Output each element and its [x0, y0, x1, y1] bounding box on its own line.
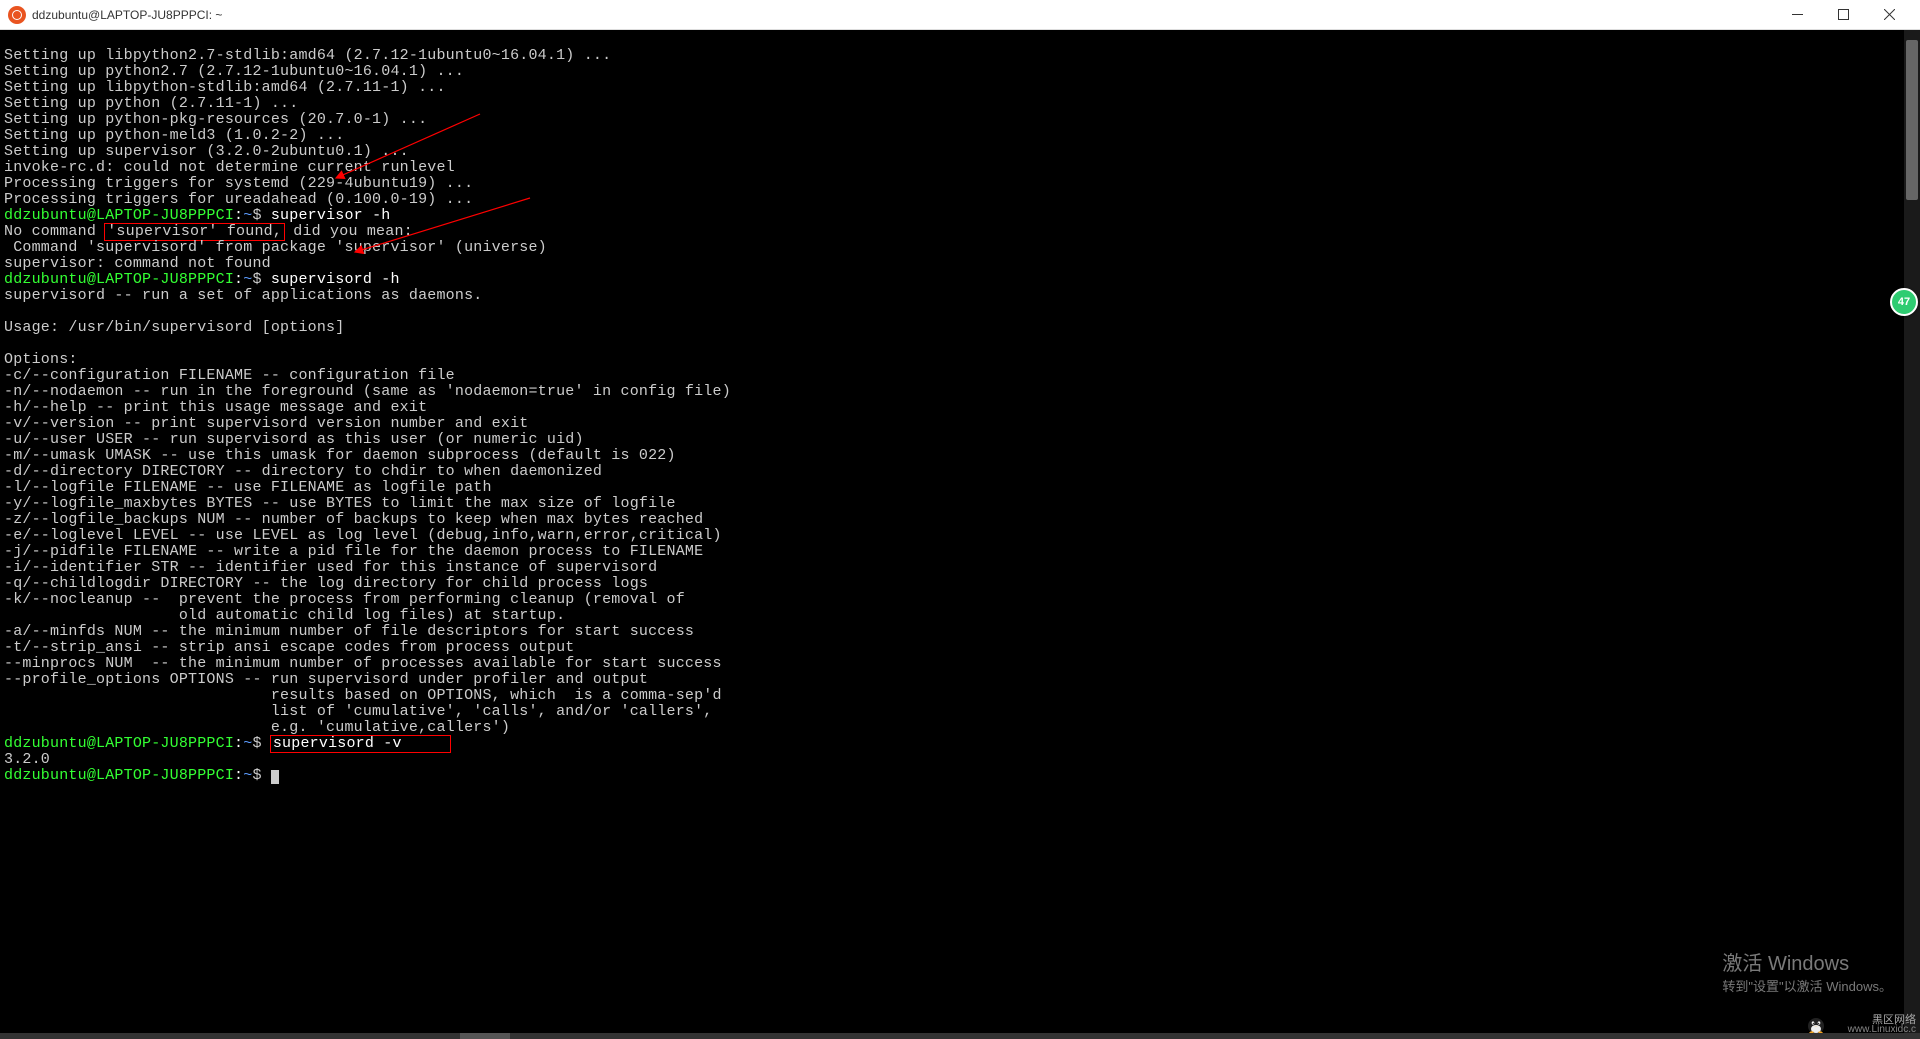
linux-penguin-icon — [1802, 1011, 1846, 1035]
window-titlebar: ddzubuntu@LAPTOP-JU8PPPCI: ~ — [0, 0, 1920, 30]
output-line: old automatic child log files) at startu… — [4, 607, 565, 624]
output-line: Setting up python2.7 (2.7.12-1ubuntu0~16… — [4, 63, 464, 80]
output-line: Setting up supervisor (3.2.0-2ubuntu0.1)… — [4, 143, 409, 160]
badge-count: 47 — [1898, 296, 1910, 308]
prompt-sep: : — [234, 207, 243, 224]
prompt-sep: : — [234, 735, 243, 752]
output-line: results based on OPTIONS, which is a com… — [4, 687, 722, 704]
output-line: -a/--minfds NUM -- the minimum number of… — [4, 623, 694, 640]
window-title: ddzubuntu@LAPTOP-JU8PPPCI: ~ — [32, 8, 1774, 22]
prompt-sigil: $ — [252, 767, 261, 784]
output-line: supervisord -- run a set of applications… — [4, 287, 482, 304]
output-line: Setting up libpython-stdlib:amd64 (2.7.1… — [4, 79, 446, 96]
output-line: -n/--nodaemon -- run in the foreground (… — [4, 383, 731, 400]
output-line: supervisor: command not found — [4, 255, 271, 272]
terminal-area[interactable]: Setting up libpython2.7-stdlib:amd64 (2.… — [0, 30, 1920, 1039]
output-line: --minprocs NUM -- the minimum number of … — [4, 655, 722, 672]
output-line: -y/--logfile_maxbytes BYTES -- use BYTES… — [4, 495, 676, 512]
output-line: -k/--nocleanup -- prevent the process fr… — [4, 591, 685, 608]
highlight-supervisor-notfound: 'supervisor' found, — [107, 223, 282, 240]
notification-badge[interactable]: 47 — [1890, 288, 1918, 316]
output-line: No command — [4, 223, 105, 240]
output-line: list of 'cumulative', 'calls', and/or 'c… — [4, 703, 713, 720]
prompt-sigil: $ — [252, 735, 261, 752]
output-line: Options: — [4, 351, 78, 368]
output-line: -m/--umask UMASK -- use this umask for d… — [4, 447, 676, 464]
output-line: -c/--configuration FILENAME -- configura… — [4, 367, 455, 384]
output-line: -v/--version -- print supervisord versio… — [4, 415, 528, 432]
command-text: supervisor -h — [271, 207, 391, 224]
command-text: supervisord -h — [271, 271, 400, 288]
terminal-output[interactable]: Setting up libpython2.7-stdlib:amd64 (2.… — [0, 30, 1920, 1039]
site-brand: 黑区网络 www.Linuxidc.c — [1802, 1011, 1916, 1035]
output-line: did you mean: — [284, 223, 413, 240]
output-line: -l/--logfile FILENAME -- use FILENAME as… — [4, 479, 492, 496]
output-line: 3.2.0 — [4, 751, 50, 768]
minimize-button[interactable] — [1774, 0, 1820, 30]
output-line: Command 'supervisord' from package 'supe… — [4, 239, 547, 256]
output-line: -e/--loglevel LEVEL -- use LEVEL as log … — [4, 527, 722, 544]
output-line: -j/--pidfile FILENAME -- write a pid fil… — [4, 543, 703, 560]
cursor — [271, 770, 279, 784]
output-line: Processing triggers for systemd (229-4ub… — [4, 175, 473, 192]
output-line: Setting up python-meld3 (1.0.2-2) ... — [4, 127, 344, 144]
output-line: -d/--directory DIRECTORY -- directory to… — [4, 463, 602, 480]
output-line: -t/--strip_ansi -- strip ansi escape cod… — [4, 639, 575, 656]
output-line: Setting up libpython2.7-stdlib:amd64 (2.… — [4, 47, 611, 64]
output-line: Usage: /usr/bin/supervisord [options] — [4, 319, 344, 336]
output-line: e.g. 'cumulative,callers') — [4, 719, 510, 736]
window-controls — [1774, 0, 1912, 30]
output-line: -q/--childlogdir DIRECTORY -- the log di… — [4, 575, 648, 592]
output-line: -z/--logfile_backups NUM -- number of ba… — [4, 511, 703, 528]
output-line: Setting up python-pkg-resources (20.7.0-… — [4, 111, 427, 128]
prompt-userhost: ddzubuntu@LAPTOP-JU8PPPCI — [4, 735, 234, 752]
prompt-userhost: ddzubuntu@LAPTOP-JU8PPPCI — [4, 271, 234, 288]
output-line: -h/--help -- print this usage message an… — [4, 399, 427, 416]
taskbar-strip — [0, 1033, 1920, 1039]
ubuntu-icon — [8, 6, 26, 24]
prompt-sigil: $ — [252, 207, 261, 224]
scrollbar[interactable] — [1904, 30, 1920, 1039]
maximize-button[interactable] — [1820, 0, 1866, 30]
prompt-sigil: $ — [252, 271, 261, 288]
prompt-sep: : — [234, 767, 243, 784]
close-button[interactable] — [1866, 0, 1912, 30]
output-line: -i/--identifier STR -- identifier used f… — [4, 559, 657, 576]
prompt-sep: : — [234, 271, 243, 288]
output-line: --profile_options OPTIONS -- run supervi… — [4, 671, 648, 688]
output-line: Processing triggers for ureadahead (0.10… — [4, 191, 473, 208]
highlight-command-supervisord-v: supervisord -v — [273, 735, 402, 752]
output-line: invoke-rc.d: could not determine current… — [4, 159, 455, 176]
output-line: Setting up python (2.7.11-1) ... — [4, 95, 298, 112]
prompt-userhost: ddzubuntu@LAPTOP-JU8PPPCI — [4, 767, 234, 784]
scrollbar-thumb[interactable] — [1906, 40, 1918, 200]
prompt-userhost: ddzubuntu@LAPTOP-JU8PPPCI — [4, 207, 234, 224]
output-line: -u/--user USER -- run supervisord as thi… — [4, 431, 584, 448]
